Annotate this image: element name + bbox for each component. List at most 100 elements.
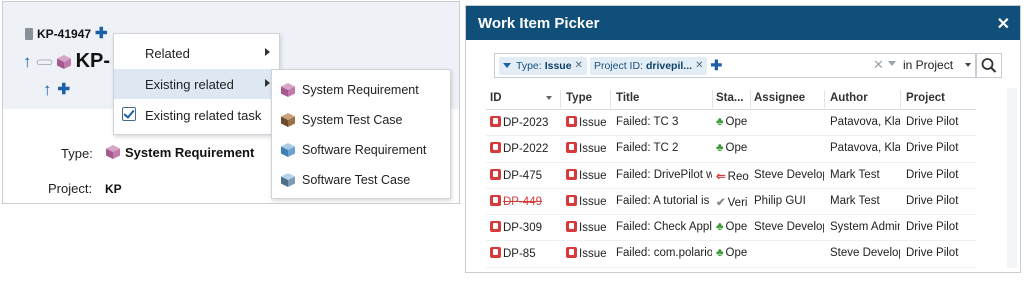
query-bar[interactable]: Type: Issue ✕ Project ID: drivepil... ✕ … [494,53,976,78]
query-chip-project[interactable]: Project ID: drivepil... ✕ [589,56,708,75]
submenu-item-label: Software Test Case [302,173,411,187]
cell-text: DP-449 [503,195,542,208]
existing-related-submenu: System Requirement System Test Case Soft… [271,69,451,199]
issue-icon [490,116,501,127]
cell-project: Drive Pilot [906,116,976,128]
work-item-title-row: ↑ ⊂⊃ KP- [23,50,110,73]
link-icon[interactable]: ⊂⊃ [36,55,54,69]
status-open-icon: ♣ [716,221,724,234]
cell-author: Patavova, Klara [830,116,900,128]
chip-dropdown-icon[interactable] [503,63,511,68]
column-header-type[interactable]: Type [566,92,592,104]
software-requirement-icon [281,143,295,157]
search-icon [981,58,997,73]
table-row[interactable]: DP-449 Issue Failed: A tutorial is r ✔ Veri P… [486,189,976,216]
query-chip-type[interactable]: Type: Issue ✕ [499,56,587,75]
table-row[interactable]: DP-309 Issue Failed: Check Applic: ♣Ope Stev… [486,215,976,242]
column-header-author[interactable]: Author [830,92,868,104]
search-button[interactable] [976,53,1002,78]
add-icon[interactable]: ✚ [95,26,108,41]
submenu-item-software-test-case[interactable]: Software Test Case [272,165,450,195]
column-header-assignee[interactable]: Assignee [754,92,805,104]
scope-dropdown-icon[interactable] [965,63,971,67]
close-icon[interactable]: ✕ [997,14,1010,34]
cell-text: Failed: Check Applic: [616,221,712,234]
table-row[interactable]: DP-475 Issue Failed: DrivePilot wil ⇐ Reo Ste… [486,163,976,189]
parent-arrow-icon[interactable]: ↑ [43,81,52,98]
cell-title: Failed: com.polarion [616,247,712,259]
cell-id: DP-2022 [490,142,560,155]
cell-text: DP-85 [503,248,536,261]
submenu-item-software-requirement[interactable]: Software Requirement [272,135,450,165]
cell-type: Issue [566,168,610,182]
add-query-icon[interactable]: ✚ [710,57,722,74]
sort-descending-icon[interactable] [546,96,552,100]
column-separator[interactable] [824,90,825,108]
column-header-status[interactable]: Sta... [716,92,743,104]
issue-icon [566,247,577,259]
chip-remove-icon[interactable]: ✕ [575,60,583,71]
submenu-item-system-requirement[interactable]: System Requirement [272,75,450,105]
issue-icon [566,194,577,206]
column-header-title[interactable]: Title [616,92,639,104]
cell-id: DP-85 [490,247,560,260]
bookmark-icon[interactable] [25,28,33,40]
column-separator[interactable] [560,90,561,108]
column-header-id[interactable]: ID [490,92,502,104]
cell-project: Drive Pilot [906,247,976,259]
submenu-item-system-test-case[interactable]: System Test Case [272,105,450,135]
chip-remove-icon[interactable]: ✕ [695,60,703,71]
cell-text: Ope [725,142,748,155]
menu-item-existing-related[interactable]: Existing related [114,69,279,99]
cell-status: ♣ Ope [716,221,750,233]
cell-text: Patavova, Klara [830,142,900,155]
table-row[interactable]: DP-2022 Issue Failed: TC 2 ♣ Ope Patavova, Kl… [486,136,976,163]
column-separator[interactable] [712,90,713,108]
cell-status: ⇐ Reo [716,169,750,183]
scope-select[interactable]: in Project [903,58,953,72]
cell-text: DP-2023 [503,117,549,129]
query-history-dropdown-icon[interactable] [888,61,896,66]
cell-project: Drive Pilot [906,195,976,207]
menu-item-related[interactable]: Related [114,38,279,68]
cell-title: Failed: Check Applic: [616,221,712,233]
menu-item-existing-related-task[interactable]: Existing related task [114,100,279,130]
column-separator[interactable] [610,90,611,108]
clear-query-icon[interactable]: ✕ [873,57,884,73]
cell-text: DP-2022 [503,143,549,156]
cell-id: DP-475 [490,168,560,182]
cell-text: Issue [579,143,607,156]
column-separator[interactable] [900,90,901,108]
issue-icon [490,247,501,259]
cell-project: Drive Pilot [906,221,976,233]
system-requirement-icon [281,83,295,97]
cell-title: Failed: TC 2 [616,142,712,154]
submenu-arrow-icon [265,79,270,87]
cell-assignee: Steve Develope [754,169,824,181]
cell-text: Failed: TC 3 [616,116,679,128]
type-label: Type: [61,146,93,161]
chip-value: Issue [544,59,572,72]
cell-text: Veri [727,196,748,209]
add-child-icon[interactable]: ✚ [58,82,71,97]
results-table: ID Type Title Sta... Assignee Author Pro… [486,88,976,268]
type-value: System Requirement [105,144,254,160]
table-row[interactable]: DP-2023 Issue Failed: TC 3 ♣ Ope Patavova, Kl… [486,110,976,137]
table-row[interactable]: DP-85 Issue Failed: com.polarion ♣ Ope Steve … [486,241,976,268]
project-label: Project: [48,181,93,196]
context-menu: Related Existing related Existing relate… [113,33,280,135]
scrollbar[interactable] [1007,88,1017,268]
column-header-project[interactable]: Project [906,92,945,104]
menu-item-label: Existing related task [145,107,262,123]
issue-icon [566,142,577,154]
menu-item-label: Related [145,45,190,61]
up-arrow-icon[interactable]: ↑ [23,53,32,70]
dialog-titlebar: Work Item Picker ✕ [466,6,1020,40]
issue-icon [490,142,501,154]
cell-type: Issue [566,247,610,260]
issue-icon [566,168,577,180]
cell-assignee: Philip GUI [754,195,824,207]
column-separator[interactable] [750,90,751,108]
cell-text: Reo [727,170,749,183]
cell-text: Steve Develope [830,247,900,260]
